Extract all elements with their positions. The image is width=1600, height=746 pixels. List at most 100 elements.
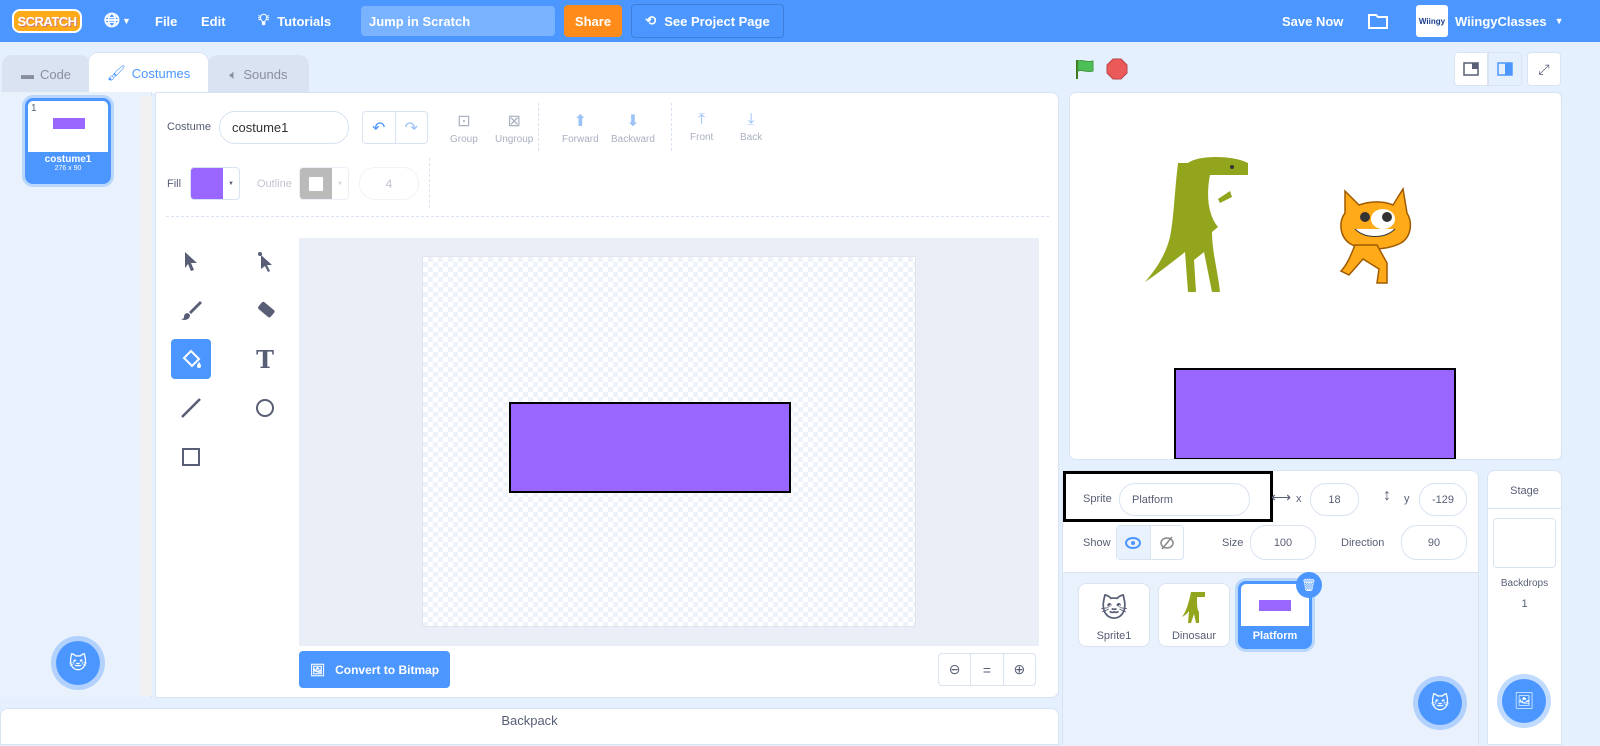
tutorials-button[interactable]: 💡︎ Tutorials <box>258 0 331 42</box>
costume-thumbnail <box>53 118 85 129</box>
share-button[interactable]: Share <box>564 5 622 37</box>
large-stage-button[interactable] <box>1488 52 1522 86</box>
line-tool[interactable] <box>171 388 211 428</box>
text-tool[interactable]: T <box>245 339 285 379</box>
arrow-top-icon: ⤒ <box>698 111 706 128</box>
group-button[interactable]: ⊡ Group <box>450 111 478 145</box>
speaker-icon: 🔈︎ <box>229 66 238 82</box>
forward-button[interactable]: ⬆ Forward <box>562 111 599 145</box>
dinosaur-sprite[interactable] <box>1140 153 1265 305</box>
undo-button[interactable]: ↶ <box>363 112 396 143</box>
rectangle-icon <box>182 448 200 466</box>
platform-sprite[interactable] <box>1174 368 1456 459</box>
scratch-logo[interactable]: SCRATCH <box>12 9 82 33</box>
scrollbar[interactable] <box>140 96 152 696</box>
sprite-list: 🐱︎ Sprite1 Dinosaur Platform 🗑︎ 🐱︎ <box>1063 572 1478 746</box>
tab-sounds[interactable]: 🔈︎ Sounds <box>208 55 309 93</box>
rectangle-tool[interactable] <box>171 437 211 477</box>
fill-color-picker[interactable]: ▼ <box>190 167 240 200</box>
edit-menu[interactable]: Edit <box>201 0 226 42</box>
canvas-area[interactable] <box>299 238 1039 646</box>
large-stage-icon <box>1497 62 1513 76</box>
select-tool[interactable] <box>171 241 211 281</box>
tab-code[interactable]: ▬ Code <box>2 55 90 93</box>
sprite-name-input[interactable] <box>1119 483 1250 516</box>
horizontal-arrow-icon: ⟷ <box>1271 489 1292 505</box>
vertical-arrow-icon: ↕ <box>1383 487 1391 504</box>
fill-swatch <box>191 168 223 199</box>
y-position-input[interactable] <box>1419 483 1467 516</box>
file-menu[interactable]: File <box>155 0 177 42</box>
stop-icon <box>1106 58 1128 80</box>
ungroup-button[interactable]: ⊠ Ungroup <box>495 111 533 145</box>
redo-button[interactable]: ↷ <box>396 112 428 143</box>
image-icon: 🖼︎ <box>309 662 326 677</box>
stage[interactable] <box>1069 92 1562 460</box>
convert-to-bitmap-button[interactable]: 🖼︎ Convert to Bitmap <box>299 651 450 688</box>
size-input[interactable] <box>1250 525 1316 560</box>
outline-color-picker[interactable]: ▼ <box>299 167 349 200</box>
delete-sprite-button[interactable]: 🗑︎ <box>1296 572 1322 598</box>
cat-sprite[interactable] <box>1325 181 1430 289</box>
lightbulb-icon: 💡︎ <box>258 12 270 29</box>
hide-sprite-button[interactable] <box>1151 526 1184 559</box>
arrow-down-icon: ⬇ <box>626 113 640 130</box>
choose-backdrop-button[interactable]: 🖼︎ <box>1502 679 1546 723</box>
green-flag-button[interactable] <box>1074 58 1096 83</box>
backpack-header[interactable]: Backpack <box>0 708 1059 745</box>
globe-icon: 🌐︎ <box>104 9 120 32</box>
outline-width-input[interactable] <box>359 167 419 200</box>
code-icon: ▬ <box>20 67 34 82</box>
paint-editor: Costume ↶ ↷ ⊡Group ⊠Ungroup ⬆Forward ⬇Ba… <box>155 92 1059 698</box>
x-position-input[interactable] <box>1310 483 1359 516</box>
zoom-reset-button[interactable]: = <box>971 654 1004 685</box>
project-title-input[interactable] <box>361 6 555 36</box>
back-button[interactable]: ⤓ Back <box>740 111 762 143</box>
my-stuff-folder-icon[interactable] <box>1367 0 1389 42</box>
backdrop-thumbnail[interactable] <box>1493 518 1556 568</box>
circle-icon <box>256 399 274 417</box>
front-button[interactable]: ⤒ Front <box>690 111 713 143</box>
costume-name-input[interactable] <box>219 111 349 144</box>
group-icon: ⊡ <box>457 113 471 130</box>
cat-plus-icon: 🐱︎ <box>1430 692 1450 713</box>
show-sprite-button[interactable] <box>1117 526 1151 559</box>
drawing-canvas[interactable] <box>422 256 916 627</box>
fill-tool[interactable] <box>171 339 211 379</box>
trash-icon: 🗑︎ <box>1301 578 1317 592</box>
avatar[interactable]: Wiingy <box>1416 5 1448 37</box>
brush-tool[interactable] <box>171 290 211 330</box>
fullscreen-icon: ⤢ <box>1538 60 1550 77</box>
save-now-button[interactable]: Save Now <box>1282 0 1343 42</box>
stage-selector[interactable]: Stage Backdrops 1 🖼︎ <box>1487 470 1562 745</box>
language-menu[interactable]: 🌐︎ ▼ <box>104 0 131 42</box>
platform-rectangle[interactable] <box>509 402 791 493</box>
backward-button[interactable]: ⬇ Backward <box>611 111 655 145</box>
small-stage-icon <box>1463 62 1479 76</box>
choose-sprite-button[interactable]: 🐱︎ <box>1418 681 1462 725</box>
sprite-item-dinosaur[interactable]: Dinosaur <box>1158 583 1230 647</box>
account-menu[interactable]: WiingyClasses ▼ <box>1455 0 1564 42</box>
tab-costumes[interactable]: 🖌︎ Costumes <box>88 52 209 93</box>
circle-tool[interactable] <box>245 388 285 428</box>
text-icon: T <box>256 344 274 374</box>
see-project-page-button[interactable]: ⟲ See Project Page <box>631 4 784 38</box>
stop-button[interactable] <box>1106 58 1128 83</box>
zoom-out-button[interactable]: ⊖ <box>939 654 972 685</box>
zoom-in-button[interactable]: ⊕ <box>1004 654 1035 685</box>
costume-list: 1 costume1 276 x 90 🐱︎ <box>0 92 152 698</box>
eye-slash-icon <box>1160 536 1174 549</box>
sprite-item-sprite1[interactable]: 🐱︎ Sprite1 <box>1078 583 1150 647</box>
choose-costume-button[interactable]: 🐱︎ <box>56 641 100 685</box>
cat-thumbnail: 🐱︎ <box>1100 593 1128 623</box>
direction-input[interactable] <box>1401 525 1467 560</box>
costume-item[interactable]: 1 costume1 276 x 90 <box>25 98 111 184</box>
green-flag-icon <box>1076 59 1094 79</box>
sprite-item-platform[interactable]: Platform 🗑︎ <box>1238 572 1322 649</box>
reshape-tool[interactable] <box>245 241 285 281</box>
eraser-icon <box>258 301 275 318</box>
dinosaur-thumbnail <box>1182 592 1205 623</box>
small-stage-button[interactable] <box>1454 52 1488 86</box>
fullscreen-button[interactable]: ⤢ <box>1527 52 1561 86</box>
eraser-tool[interactable] <box>245 290 285 330</box>
